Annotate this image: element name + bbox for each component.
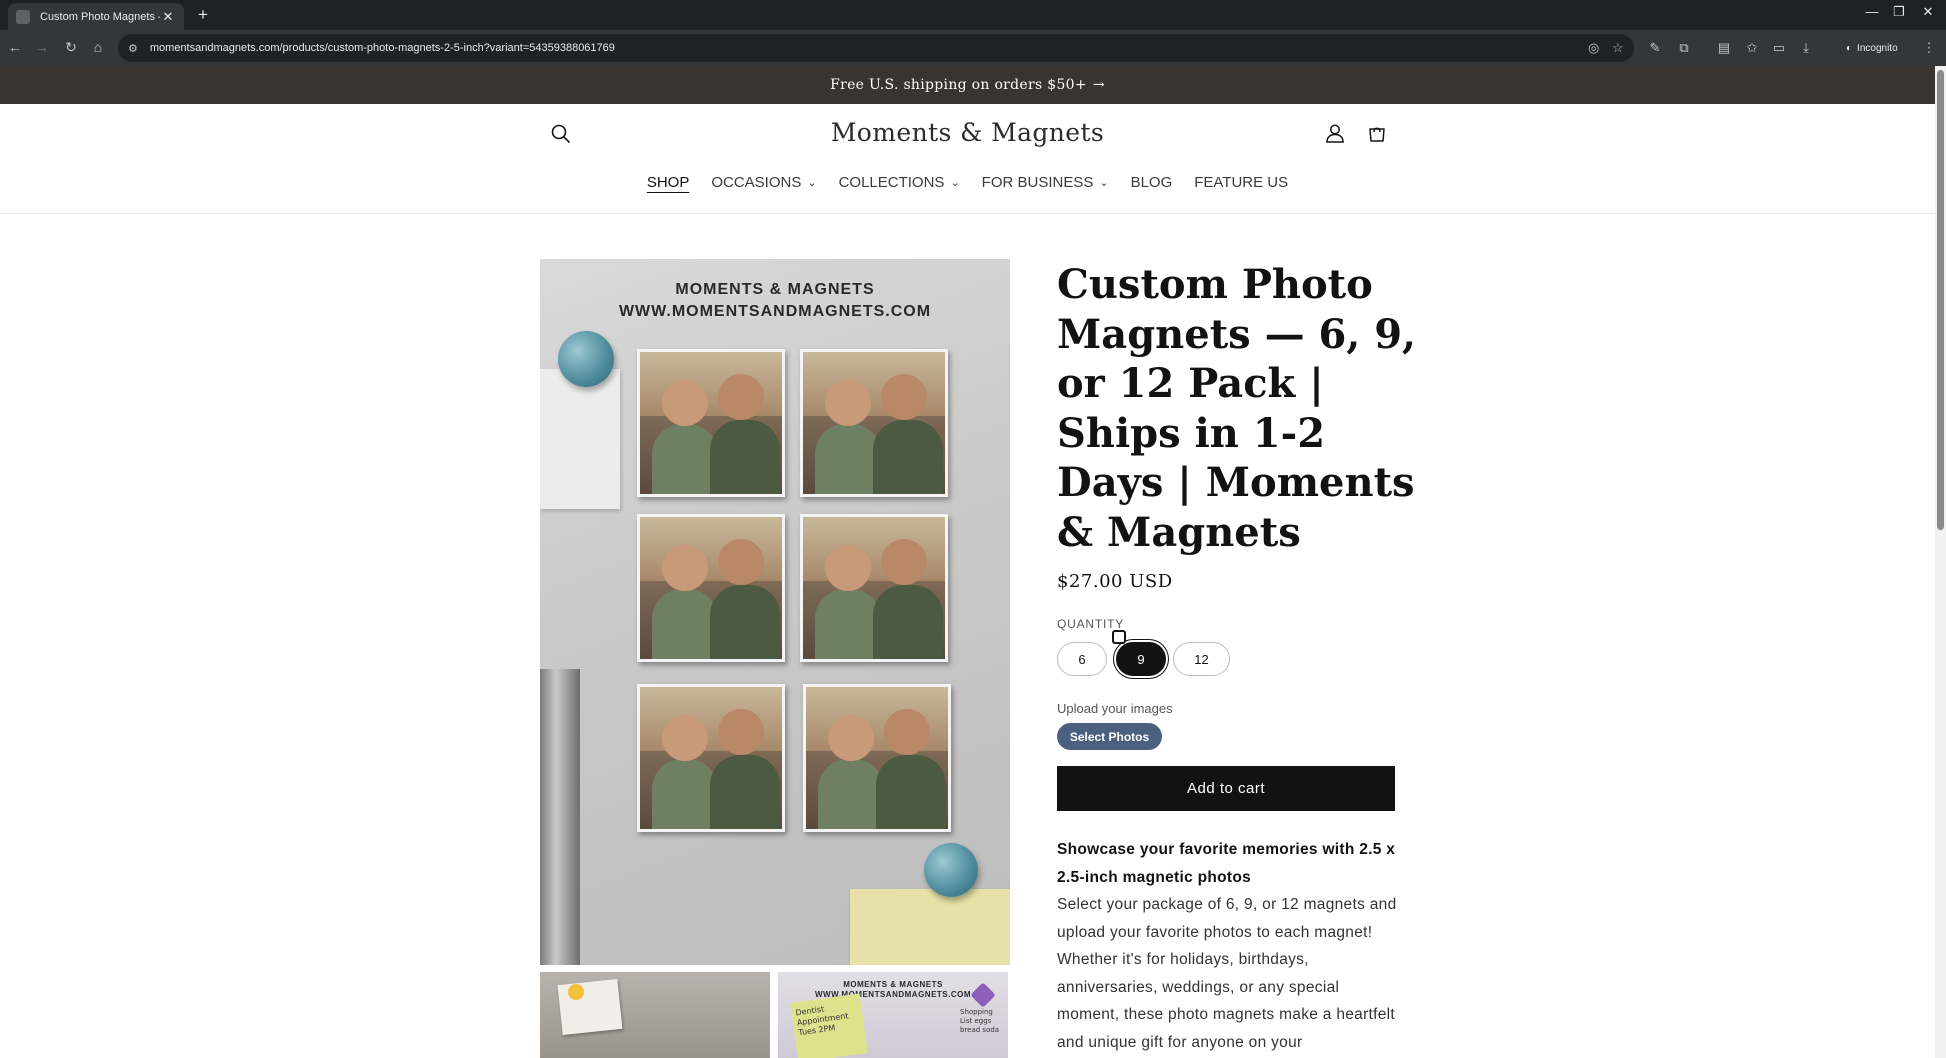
photo-magnet [637, 349, 785, 497]
browser-tab-active[interactable]: Custom Photo Magnets — 6, 9, ✕ [8, 3, 184, 30]
tab-close-icon[interactable]: ✕ [160, 9, 176, 25]
reload-icon[interactable]: ↻ [62, 39, 80, 56]
quantity-option-9[interactable]: 9 [1116, 642, 1166, 676]
announcement-bar[interactable]: Free U.S. shipping on orders $50+ → [0, 66, 1935, 104]
nav-item-label: OCCASIONS [711, 174, 802, 191]
forward-icon[interactable]: → [33, 39, 51, 55]
nav-item-label: SHOP [646, 174, 690, 191]
home-icon[interactable]: ⌂ [89, 39, 107, 55]
maximize-button[interactable]: ❐ [1889, 4, 1909, 20]
product-thumbnail-2[interactable]: MOMENTS & MAGNETS WWW.MOMENTSANDMAGNETS.… [778, 972, 1008, 1058]
chevron-down-icon: ⌄ [1099, 177, 1109, 189]
nav-item-label: FOR BUSINESS [981, 174, 1094, 191]
image-brand-line-2: WWW.MOMENTSANDMAGNETS.COM [618, 303, 932, 320]
nav-item-for-business[interactable]: FOR BUSINESS ⌄ [971, 174, 1120, 191]
paper-note [540, 369, 620, 509]
incognito-label: Incognito [1857, 42, 1898, 54]
announcement-text: Free U.S. shipping on orders $50+ [830, 77, 1087, 93]
pen-icon[interactable]: ✎ [1646, 40, 1664, 56]
photo-magnet [803, 684, 951, 832]
site-info-icon[interactable]: ⚙ [128, 42, 138, 55]
upload-label: Upload your images [1057, 701, 1173, 716]
main-nav: SHOP OCCASIONS ⌄ COLLECTIONS ⌄ FOR BUSINES… [0, 174, 1935, 191]
page-scrollbar[interactable] [1935, 66, 1946, 1058]
add-to-cart-button[interactable]: Add to cart [1057, 766, 1395, 811]
back-icon[interactable]: ← [6, 39, 24, 55]
incognito-icon: ◐ [1846, 42, 1853, 54]
photo-magnet [637, 514, 785, 662]
url-text[interactable]: momentsandmagnets.com/products/custom-ph… [150, 42, 615, 54]
steel-rod [540, 669, 580, 965]
nav-item-occasions[interactable]: OCCASIONS ⌄ [700, 174, 827, 191]
mouse-cursor-icon [1112, 630, 1126, 644]
nav-item-label: COLLECTIONS [838, 174, 945, 191]
browser-tab-strip: Custom Photo Magnets — 6, 9, ✕ + — ❐ ✕ [0, 0, 1946, 30]
sticky-note [850, 889, 1010, 965]
scrollbar-thumb[interactable] [1937, 70, 1944, 530]
extensions-icon[interactable]: ⧉ [1675, 40, 1693, 56]
photo-magnet [800, 349, 948, 497]
magnet-pin-icon [558, 331, 614, 387]
chevron-down-icon: ⌄ [950, 177, 960, 189]
site-header: Moments & Magnets SHOP OCCASIONS ⌄ COLLEC… [0, 104, 1935, 214]
favorites-icon[interactable]: ✩ [1743, 40, 1761, 56]
kid-drawing [557, 979, 623, 1035]
nav-item-blog[interactable]: BLOG [1120, 174, 1184, 191]
nav-item-label: BLOG [1130, 174, 1173, 191]
product-main-image[interactable]: MOMENTS & MAGNETS WWW.MOMENTSANDMAGNETS.… [540, 259, 1010, 965]
quantity-option-12[interactable]: 12 [1173, 642, 1230, 676]
cart-icon[interactable] [1366, 122, 1388, 144]
smiley-icon [568, 984, 584, 1000]
quantity-option-6[interactable]: 6 [1057, 642, 1107, 676]
browser-toolbar: ← → ↻ ⌂ ⚙ momentsandmagnets.com/products… [0, 30, 1946, 66]
product-title: Custom Photo Magnets — 6, 9, or 12 Pack … [1057, 261, 1416, 556]
address-bar[interactable]: ⚙ momentsandmagnets.com/products/custom-… [118, 34, 1634, 62]
nav-item-feature-us[interactable]: FEATURE US [1183, 174, 1299, 191]
nav-item-collections[interactable]: COLLECTIONS ⌄ [828, 174, 971, 191]
chevron-down-icon: ⌄ [807, 177, 817, 189]
incognito-badge[interactable]: ◐ Incognito [1838, 38, 1906, 58]
bookmark-star-icon[interactable]: ☆ [1612, 40, 1624, 56]
description-body: Select your package of 6, 9, or 12 magne… [1057, 896, 1397, 1051]
select-photos-button[interactable]: Select Photos [1057, 723, 1162, 750]
thumbnail-brand-line-1: MOMENTS & MAGNETS [843, 980, 943, 989]
photo-magnet [800, 514, 948, 662]
product-description: Showcase your favorite memories with 2.5… [1057, 836, 1397, 1056]
window-close-button[interactable]: ✕ [1918, 4, 1938, 20]
magnet-pin-icon [924, 843, 978, 897]
eye-off-icon[interactable]: ◎ [1588, 40, 1599, 56]
site-logo[interactable]: Moments & Magnets [0, 118, 1935, 147]
nav-item-shop[interactable]: SHOP [636, 174, 701, 191]
download-icon[interactable]: ⤓ [1797, 40, 1815, 56]
reading-mode-icon[interactable]: ▤ [1715, 40, 1733, 56]
quantity-label: QUANTITY [1057, 617, 1125, 631]
thumbnail-shopping-list: Shopping List eggs bread soda [960, 1008, 1000, 1034]
nav-item-label: FEATURE US [1194, 174, 1289, 191]
account-icon[interactable] [1324, 122, 1346, 144]
favicon-icon [16, 9, 30, 24]
cast-icon[interactable]: ▭ [1770, 40, 1788, 56]
tab-title: Custom Photo Magnets — 6, 9, [40, 10, 160, 23]
browser-menu-icon[interactable]: ⋮ [1920, 40, 1938, 56]
product-thumbnail-1[interactable] [540, 972, 770, 1058]
minimize-button[interactable]: — [1862, 4, 1882, 19]
photo-magnet [637, 684, 785, 832]
description-heading: Showcase your favorite memories with 2.5… [1057, 841, 1396, 886]
arrow-right-icon: → [1092, 77, 1105, 93]
product-price: $27.00 USD [1057, 571, 1173, 592]
new-tab-button[interactable]: + [193, 5, 213, 25]
thumbnail-sticky-note: Dentist Appointment Tues 2PM [790, 993, 868, 1058]
image-brand-line-1: MOMENTS & MAGNETS [675, 281, 875, 298]
